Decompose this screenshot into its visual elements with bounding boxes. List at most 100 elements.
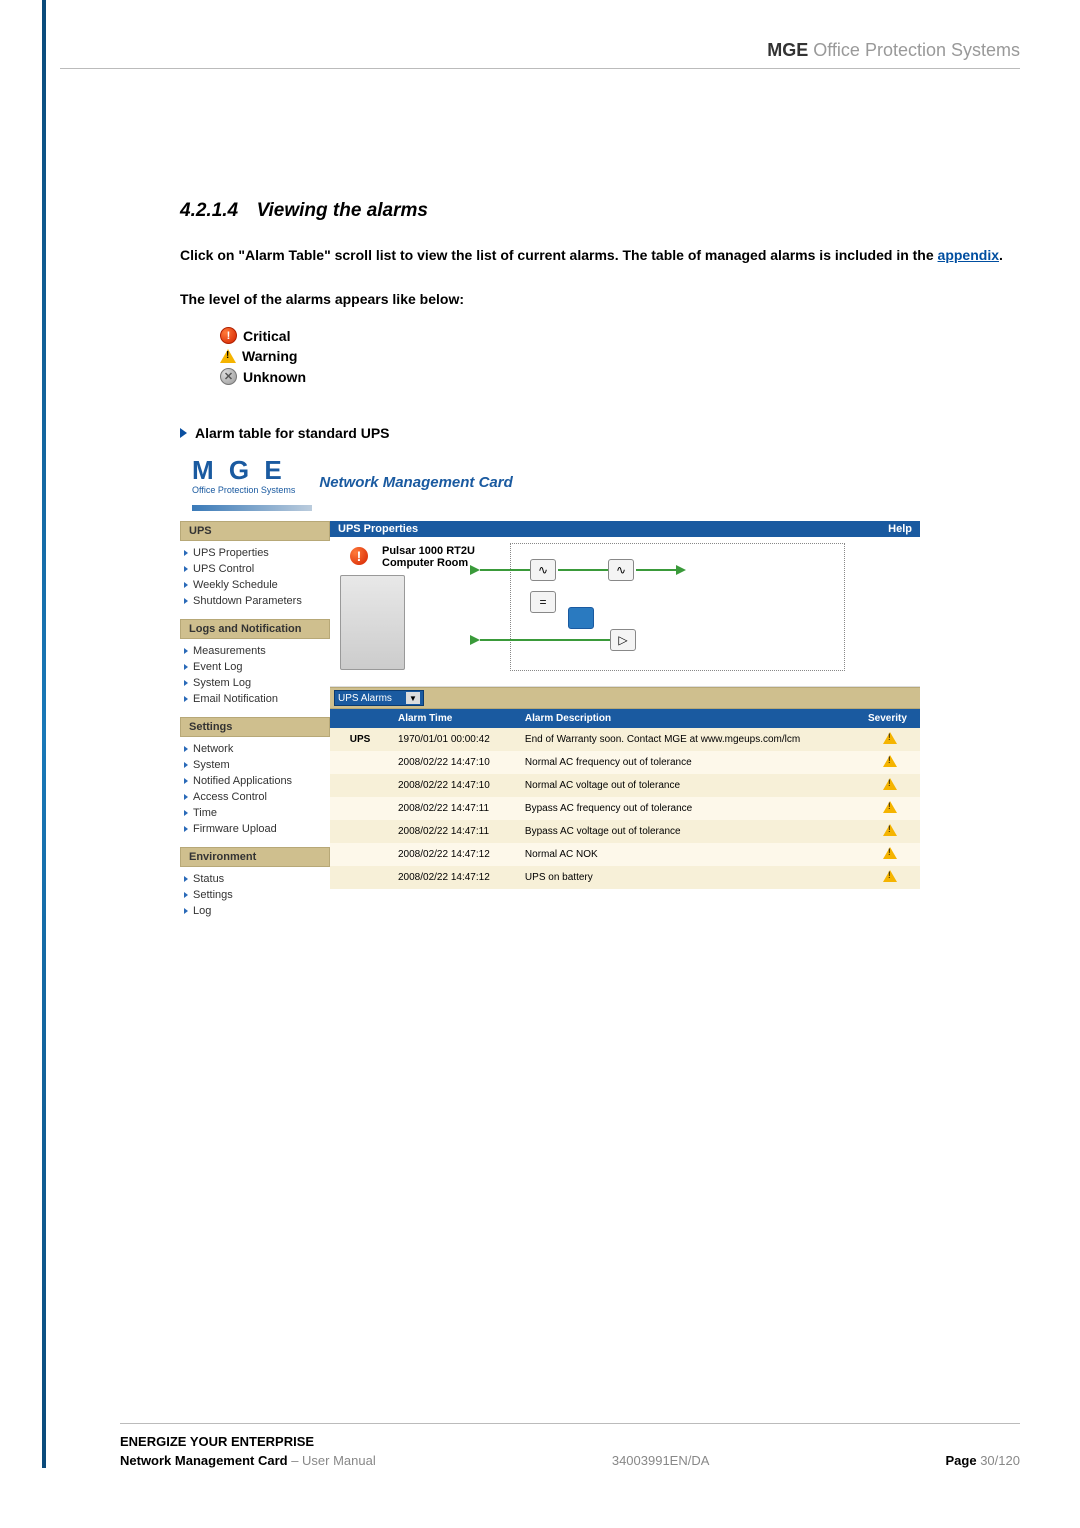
table-row: 2008/02/22 14:47:11Bypass AC voltage out… — [330, 820, 920, 843]
dc-node: = — [530, 591, 556, 613]
bullet-icon — [184, 566, 188, 572]
bullet-icon — [184, 778, 188, 784]
sidebar-item[interactable]: Email Notification — [184, 691, 330, 707]
sidebar-item[interactable]: Time — [184, 805, 330, 821]
status-critical-icon: ! — [348, 545, 370, 567]
nav-group-ups: UPS — [180, 521, 330, 541]
bullet-icon — [184, 550, 188, 556]
section-heading: 4.2.1.4 Viewing the alarms — [180, 200, 1020, 222]
appendix-link[interactable]: appendix — [938, 247, 999, 263]
nav-group-settings: Settings — [180, 717, 330, 737]
battery-node — [568, 607, 594, 629]
footer-doc-title: Network Management Card – User Manual — [120, 1453, 376, 1468]
col-desc: Alarm Description — [517, 709, 860, 728]
sidebar-item[interactable]: System Log — [184, 675, 330, 691]
col-time: Alarm Time — [390, 709, 517, 728]
ups-image — [340, 575, 405, 670]
warning-icon — [883, 847, 897, 859]
section-number: 4.2.1.4 — [180, 200, 238, 221]
ac-node: ∿ — [530, 559, 556, 581]
sidebar-item[interactable]: UPS Control — [184, 561, 330, 577]
bullet-icon — [184, 908, 188, 914]
table-row: 2008/02/22 14:47:12UPS on battery — [330, 866, 920, 889]
left-accent-bar — [42, 0, 46, 1468]
device-labels: Pulsar 1000 RT2U Computer Room — [382, 545, 475, 569]
logo-underline — [192, 505, 312, 511]
sidebar-item[interactable]: Log — [184, 903, 330, 919]
warning-icon — [883, 755, 897, 767]
brand-bold: MGE — [767, 40, 808, 60]
warning-icon — [883, 732, 897, 744]
table-row: 2008/02/22 14:47:12Normal AC NOK — [330, 843, 920, 866]
legend-warning: Warning — [220, 348, 1020, 364]
warning-icon — [883, 824, 897, 836]
bullet-icon — [184, 696, 188, 702]
footer-tagline: ENERGIZE YOUR ENTERPRISE — [120, 1434, 1020, 1449]
caret-icon — [180, 428, 187, 438]
sidebar-item[interactable]: Firmware Upload — [184, 821, 330, 837]
severity-legend: ! Critical Warning ✕ Unknown — [220, 327, 1020, 385]
sidebar-item[interactable]: System — [184, 757, 330, 773]
subheading: Alarm table for standard UPS — [180, 425, 1020, 441]
main-panel: UPS Properties Help ! Pulsar 1000 RT2U C… — [330, 521, 920, 929]
sidebar-item[interactable]: Settings — [184, 887, 330, 903]
titlebar-left: UPS Properties — [338, 523, 418, 535]
alarm-toolbar: UPS Alarms ▼ — [330, 687, 920, 709]
sidebar-item[interactable]: Status — [184, 871, 330, 887]
col-blank — [330, 709, 390, 728]
sidebar-item[interactable]: Weekly Schedule — [184, 577, 330, 593]
warning-icon — [883, 778, 897, 790]
header-rule — [60, 68, 1020, 69]
sidebar: UPS UPS PropertiesUPS ControlWeekly Sche… — [180, 521, 330, 929]
table-row: 2008/02/22 14:47:10Normal AC frequency o… — [330, 751, 920, 774]
panel-titlebar: UPS Properties Help — [330, 521, 920, 537]
arrow-icon — [470, 635, 480, 645]
alarm-dropdown[interactable]: UPS Alarms ▼ — [334, 690, 424, 706]
bullet-icon — [184, 892, 188, 898]
table-row: 2008/02/22 14:47:11Bypass AC frequency o… — [330, 797, 920, 820]
sidebar-item[interactable]: UPS Properties — [184, 545, 330, 561]
bullet-icon — [184, 598, 188, 604]
help-link[interactable]: Help — [888, 523, 912, 535]
arrow-icon — [470, 565, 480, 575]
bullet-icon — [184, 810, 188, 816]
warning-icon — [883, 801, 897, 813]
sidebar-item[interactable]: Measurements — [184, 643, 330, 659]
bullet-icon — [184, 664, 188, 670]
legend-critical: ! Critical — [220, 327, 1020, 344]
bullet-icon — [184, 762, 188, 768]
footer-page: Page 30/120 — [946, 1453, 1020, 1468]
sidebar-item[interactable]: Notified Applications — [184, 773, 330, 789]
diagram-zone — [510, 543, 845, 671]
inv-node: ∿ — [608, 559, 634, 581]
sidebar-item[interactable]: Shutdown Parameters — [184, 593, 330, 609]
page-footer: ENERGIZE YOUR ENTERPRISE Network Managem… — [120, 1423, 1020, 1468]
app-title: Network Management Card — [319, 474, 512, 495]
bullet-icon — [184, 876, 188, 882]
bullet-icon — [184, 648, 188, 654]
bullet-icon — [184, 680, 188, 686]
bullet-icon — [184, 582, 188, 588]
paragraph-2: The level of the alarms appears like bel… — [180, 290, 1020, 310]
embedded-screenshot: M G E Office Protection Systems Network … — [180, 453, 920, 929]
app-logo-sub: Office Protection Systems — [192, 485, 295, 495]
alarm-table: Alarm Time Alarm Description Severity UP… — [330, 709, 920, 889]
paragraph-1: Click on "Alarm Table" scroll list to vi… — [180, 246, 1020, 266]
unknown-icon: ✕ — [220, 368, 237, 385]
sidebar-item[interactable]: Event Log — [184, 659, 330, 675]
sidebar-item[interactable]: Access Control — [184, 789, 330, 805]
section-title: Viewing the alarms — [257, 200, 428, 221]
legend-unknown: ✕ Unknown — [220, 368, 1020, 385]
nav-group-logs: Logs and Notification — [180, 619, 330, 639]
app-logo: M G E — [192, 457, 295, 483]
footer-doc-num: 34003991EN/DA — [612, 1453, 710, 1468]
chevron-down-icon: ▼ — [406, 692, 420, 704]
arrow-icon — [676, 565, 686, 575]
sidebar-item[interactable]: Network — [184, 741, 330, 757]
bullet-icon — [184, 826, 188, 832]
critical-icon: ! — [220, 327, 237, 344]
col-sev: Severity — [860, 709, 920, 728]
header-brand: MGE Office Protection Systems — [767, 40, 1020, 61]
topology-diagram: ! Pulsar 1000 RT2U Computer Room ∿ = ∿ — [330, 537, 920, 687]
bullet-icon — [184, 794, 188, 800]
